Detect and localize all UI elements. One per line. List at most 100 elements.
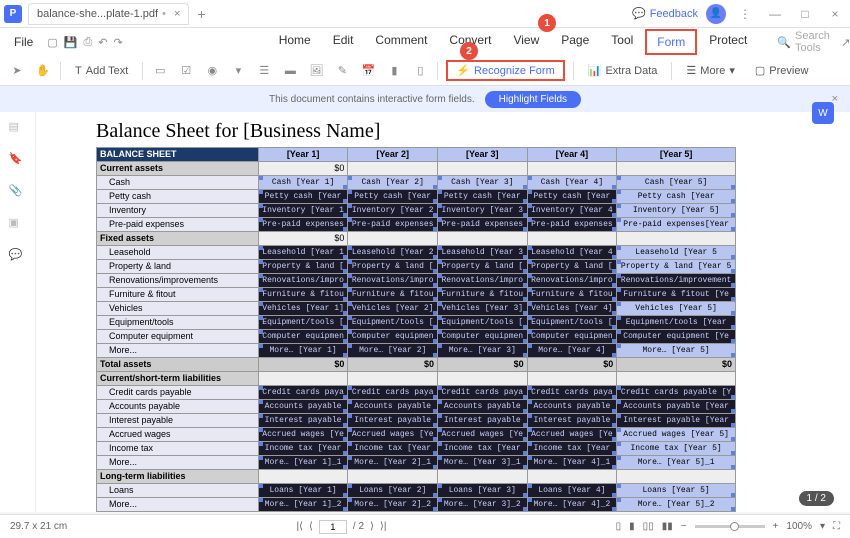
form-field[interactable]: Petty cash [Year [617,190,736,204]
form-field[interactable]: Property & land [Year 5 [617,260,736,274]
menu-view[interactable]: View [503,29,549,55]
field-icon[interactable]: ▯ [411,62,429,80]
layers-icon[interactable]: ▣ [9,216,27,234]
preview-button[interactable]: ▢ Preview [749,62,815,79]
form-field[interactable]: Pre-paid expenses[Year [617,218,736,232]
menu-form[interactable]: Form [645,29,697,55]
form-field[interactable]: Property & land [ [258,260,348,274]
form-field[interactable]: Computer equipmen [348,330,438,344]
checkbox-icon[interactable]: ☑ [177,62,195,80]
form-field[interactable]: Accrued wages [Ye [438,428,528,442]
form-field[interactable]: Pre-paid expenses [438,218,528,232]
form-field[interactable]: Computer equipmen [258,330,348,344]
form-field[interactable]: Credit cards paya [258,386,348,400]
form-field[interactable]: Cash [Year 5] [617,176,736,190]
form-field[interactable]: Petty cash [Year [258,190,348,204]
tab-close-icon[interactable]: × [174,8,180,20]
form-field[interactable]: Income tax [Year [438,442,528,456]
form-field[interactable]: Loans [Year 4] [527,484,617,498]
form-field[interactable]: Computer equipmen [438,330,528,344]
form-field[interactable]: Renovations/impro [258,274,348,288]
last-page-icon[interactable]: ⟩| [380,521,387,532]
form-field[interactable]: More… [Year 2]_1 [348,456,438,470]
form-field[interactable]: Equipment/tools [ [348,316,438,330]
form-field[interactable]: Interest payable [Year [617,414,736,428]
search-tools[interactable]: 🔍 Search Tools [777,30,830,54]
word-export-icon[interactable]: W [812,102,834,124]
list-icon[interactable]: ☰ [255,62,273,80]
form-field[interactable]: More… [Year 5]_2 [617,498,736,512]
fullscreen-icon[interactable]: ⛶ [833,521,840,532]
form-field[interactable]: Inventory [Year 1 [258,204,348,218]
page-input[interactable] [319,520,347,534]
form-field[interactable]: Petty cash [Year [348,190,438,204]
radio-icon[interactable]: ◉ [203,62,221,80]
menu-comment[interactable]: Comment [365,29,437,55]
form-field[interactable]: Interest payable [258,414,348,428]
form-field[interactable]: Income tax [Year [258,442,348,456]
form-field[interactable]: Accounts payable [527,400,617,414]
form-field[interactable]: Pre-paid expenses [527,218,617,232]
redo-icon[interactable]: ↷ [113,32,122,52]
form-field[interactable]: Renovations/impro [438,274,528,288]
barcode-icon[interactable]: ▮ [385,62,403,80]
form-field[interactable]: Cash [Year 4] [527,176,617,190]
dropdown-icon[interactable]: ▾ [229,62,247,80]
bookmark-icon[interactable]: 🔖 [9,152,27,170]
user-avatar[interactable]: 👤 [706,4,726,24]
form-field[interactable]: Renovations/impro [348,274,438,288]
form-field[interactable]: Inventory [Year 5] [617,204,736,218]
highlight-fields-button[interactable]: Highlight Fields [485,91,581,108]
form-field[interactable]: Vehicles [Year 3] [438,302,528,316]
form-field[interactable]: Petty cash [Year [438,190,528,204]
view-single-icon[interactable]: ▯ [616,521,622,532]
print-icon[interactable]: ⎙ [83,32,92,52]
form-field[interactable]: Pre-paid expenses [258,218,348,232]
comments-icon[interactable]: 💬 [9,248,27,266]
open-icon[interactable]: ▢ [47,32,57,52]
image-field-icon[interactable]: 🖼 [307,62,325,80]
zoom-out-icon[interactable]: − [681,521,687,532]
undo-icon[interactable]: ↶ [98,32,107,52]
form-field[interactable]: Property & land [ [438,260,528,274]
form-field[interactable]: Interest payable [527,414,617,428]
prev-page-icon[interactable]: ⟨ [309,521,313,532]
form-field[interactable]: Property & land [ [527,260,617,274]
form-field[interactable]: Furniture & fitou [348,288,438,302]
document-area[interactable]: Balance Sheet for [Business Name] BALANC… [36,112,850,512]
form-field[interactable]: Leasehold [Year 3 [438,246,528,260]
form-field[interactable]: Accrued wages [Ye [527,428,617,442]
form-field[interactable]: Cash [Year 3] [438,176,528,190]
form-field[interactable]: Income tax [Year [527,442,617,456]
form-field[interactable]: Accrued wages [Ye [348,428,438,442]
form-field[interactable]: Leasehold [Year 5 [617,246,736,260]
form-field[interactable]: Computer equipmen [527,330,617,344]
form-field[interactable]: Interest payable [438,414,528,428]
document-tab[interactable]: balance-she...plate-1.pdf • × [28,3,189,25]
menu-home[interactable]: Home [269,29,321,55]
form-field[interactable]: More… [Year 4] [527,344,617,358]
zoom-in-icon[interactable]: + [773,521,779,532]
view-two-icon[interactable]: ▯▯ [643,521,654,532]
form-field[interactable]: Vehicles [Year 4] [527,302,617,316]
form-field[interactable]: Income tax [Year [348,442,438,456]
form-field[interactable]: Furniture & fitou [527,288,617,302]
form-field[interactable]: Equipment/tools [ [258,316,348,330]
thumbnails-icon[interactable]: ▤ [9,120,27,138]
form-field[interactable]: Pre-paid expenses [348,218,438,232]
add-text-button[interactable]: T Add Text [69,63,134,79]
text-field-icon[interactable]: ▭ [151,62,169,80]
form-field[interactable]: More… [Year 1]_1 [258,456,348,470]
form-field[interactable]: Renovations/improvement [617,274,736,288]
close-window-icon[interactable]: × [824,7,846,21]
form-field[interactable]: More… [Year 1]_2 [258,498,348,512]
form-field[interactable]: Accounts payable [Year [617,400,736,414]
more-button[interactable]: ☰ More ▾ [680,62,740,79]
feedback-button[interactable]: 💬 Feedback [632,7,698,20]
tab-add-icon[interactable]: + [197,6,205,22]
form-field[interactable]: Accrued wages [Ye [258,428,348,442]
form-field[interactable]: Vehicles [Year 1] [258,302,348,316]
share-icon[interactable]: ↗ [836,32,850,52]
form-field[interactable]: Accounts payable [348,400,438,414]
form-field[interactable]: Renovations/impro [527,274,617,288]
